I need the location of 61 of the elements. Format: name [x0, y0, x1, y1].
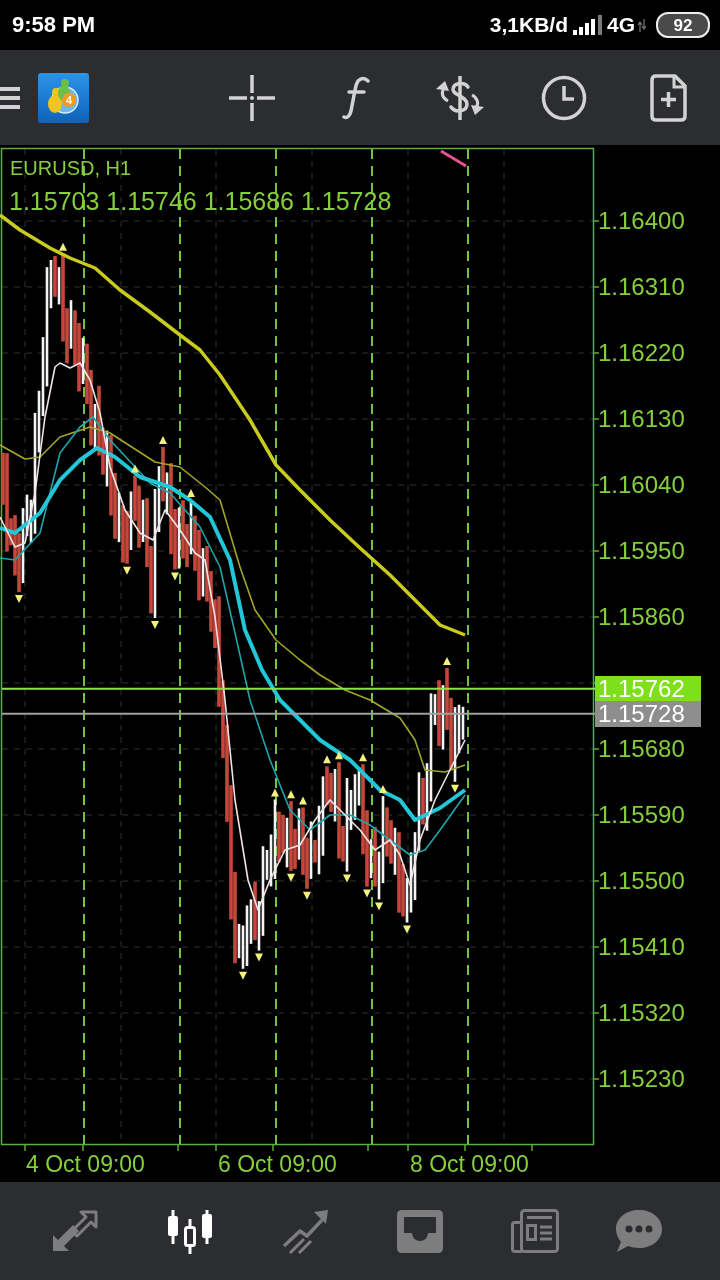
down-triangle-marker	[171, 572, 179, 581]
price-axis-label: 1.16130	[598, 405, 685, 433]
price-axis-label: 1.16400	[598, 207, 685, 235]
up-triangle-marker	[131, 464, 139, 473]
status-time: 9:58 PM	[12, 12, 96, 38]
ask-price-tag: 1.15762	[595, 675, 701, 702]
network-type: 4G	[607, 13, 635, 37]
up-triangle-marker	[359, 753, 367, 762]
ohlc-values: 1.15703 1.15746 1.15686 1.15728	[9, 187, 392, 216]
price-axis-label: 1.15320	[598, 999, 685, 1027]
down-triangle-marker	[375, 902, 383, 911]
price-axis-label: 1.15410	[598, 933, 685, 961]
price-axis-label: 1.15230	[598, 1065, 685, 1093]
up-triangle-marker	[187, 489, 195, 497]
down-triangle-marker	[15, 595, 23, 604]
time-axis-label: 8 Oct 09:00	[410, 1151, 529, 1177]
clock-icon[interactable]	[541, 74, 587, 121]
battery-indicator: 92	[656, 12, 710, 38]
down-triangle-marker	[255, 953, 263, 962]
down-triangle-marker	[343, 874, 351, 883]
data-activity-icon	[638, 18, 646, 32]
down-triangle-marker	[151, 621, 159, 630]
price-axis-label: 1.16040	[598, 471, 685, 499]
function-icon[interactable]	[342, 75, 370, 120]
up-triangle-marker	[299, 796, 307, 805]
price-axis-label: 1.15680	[598, 735, 685, 763]
down-triangle-marker	[451, 784, 459, 793]
down-triangle-marker	[123, 566, 131, 575]
up-triangle-marker	[443, 656, 451, 665]
network-speed: 3,1KB/d	[489, 13, 568, 37]
price-axis-label: 1.15860	[598, 603, 685, 631]
add-document-icon[interactable]	[649, 73, 687, 122]
chat-bubble-icon[interactable]	[614, 1208, 664, 1254]
signal-icon	[573, 15, 602, 35]
price-axis-label: 1.16310	[598, 273, 685, 301]
price-axis-label: 1.15500	[598, 867, 685, 895]
up-triangle-marker	[379, 785, 387, 794]
price-axis-label: 1.15590	[598, 801, 685, 829]
price-axis-label: 1.15950	[598, 537, 685, 565]
time-axis-label: 4 Oct 09:00	[26, 1151, 145, 1177]
diagonal-line	[440, 149, 467, 168]
down-triangle-marker	[287, 873, 295, 882]
newspaper-icon[interactable]	[509, 1208, 560, 1254]
down-triangle-marker	[303, 891, 311, 900]
down-triangle-marker	[403, 925, 411, 934]
crosshair-icon[interactable]	[229, 74, 275, 121]
app-logo: 4	[38, 72, 89, 123]
time-axis-label: 6 Oct 09:00	[218, 1151, 337, 1177]
down-triangle-marker	[363, 889, 371, 898]
up-triangle-marker	[271, 788, 279, 797]
up-triangle-marker	[59, 242, 67, 251]
bid-price-tag: 1.15728	[595, 700, 701, 727]
menu-icon[interactable]	[0, 86, 20, 109]
symbol-title: EURUSD, H1	[10, 157, 132, 180]
inbox-tray-icon[interactable]	[394, 1208, 445, 1254]
up-triangle-marker	[323, 755, 331, 764]
up-triangle-marker	[287, 790, 295, 799]
up-triangle-marker	[335, 751, 343, 760]
price-axis-label: 1.16220	[598, 339, 685, 367]
down-triangle-marker	[239, 971, 247, 980]
up-triangle-marker	[159, 435, 167, 444]
